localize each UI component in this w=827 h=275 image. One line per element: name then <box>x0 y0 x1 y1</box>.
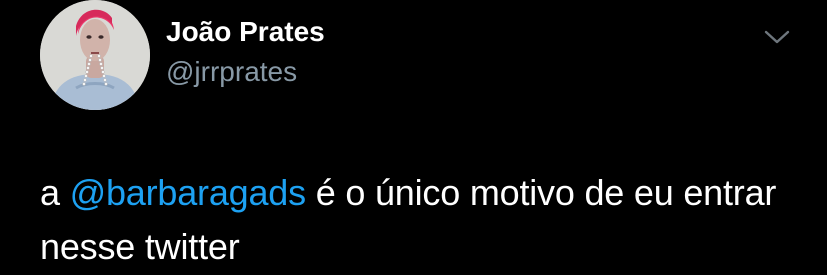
avatar[interactable] <box>40 0 150 110</box>
avatar-image <box>40 0 150 110</box>
author-display-name[interactable]: João Prates <box>166 14 325 50</box>
mention-link[interactable]: @barbaragads <box>70 172 306 213</box>
chevron-down-icon[interactable] <box>760 24 794 48</box>
author-handle[interactable]: @jrrprates <box>166 54 297 90</box>
tweet-text-prefix: a <box>40 172 70 213</box>
tweet-text: a @barbaragads é o único motivo de eu en… <box>40 166 810 274</box>
tweet: João Prates @jrrprates a @barbaragads é … <box>0 0 827 275</box>
